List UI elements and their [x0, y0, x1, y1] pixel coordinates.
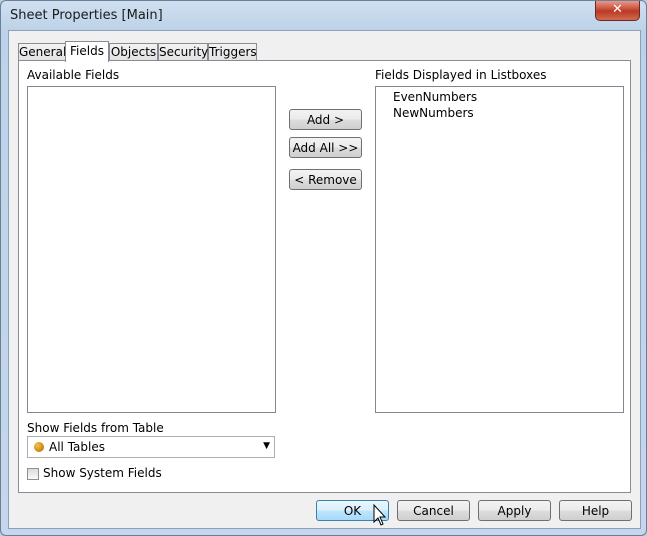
table-select-value: All Tables: [49, 440, 105, 454]
fields-tab-panel: Available Fields Add > Add All >> < Remo…: [18, 60, 631, 493]
dialog-window: Sheet Properties [Main] ✕ General Fields…: [0, 0, 647, 536]
mouse-cursor-icon: [373, 504, 387, 526]
show-fields-label: Show Fields from Table: [27, 421, 164, 435]
displayed-fields-list[interactable]: EvenNumbers NewNumbers: [375, 86, 624, 413]
table-select[interactable]: All Tables ▼: [27, 436, 275, 458]
tab-security[interactable]: Security: [158, 43, 208, 61]
add-button[interactable]: Add >: [289, 109, 362, 130]
dialog-client: General Fields Objects Security Triggers…: [8, 30, 641, 529]
cancel-button[interactable]: Cancel: [397, 500, 470, 521]
system-fields-checkbox[interactable]: [27, 468, 39, 480]
close-icon: ✕: [612, 2, 623, 17]
displayed-fields-label: Fields Displayed in Listboxes: [375, 68, 547, 82]
remove-button[interactable]: < Remove: [289, 169, 362, 190]
tab-fields[interactable]: Fields: [65, 41, 109, 62]
title-bar[interactable]: Sheet Properties [Main] ✕: [1, 1, 646, 31]
close-button[interactable]: ✕: [595, 1, 640, 21]
tab-triggers[interactable]: Triggers: [208, 43, 257, 61]
tab-general[interactable]: General: [18, 43, 66, 61]
system-fields-label[interactable]: Show System Fields: [43, 466, 162, 480]
apply-button[interactable]: Apply: [478, 500, 551, 521]
help-button[interactable]: Help: [559, 500, 632, 521]
window-title: Sheet Properties [Main]: [10, 8, 163, 23]
chevron-down-icon[interactable]: ▼: [263, 441, 270, 451]
add-all-button[interactable]: Add All >>: [289, 137, 362, 158]
list-item[interactable]: NewNumbers: [393, 106, 474, 120]
available-fields-label: Available Fields: [27, 68, 120, 82]
list-item[interactable]: EvenNumbers: [393, 90, 477, 104]
available-fields-list[interactable]: [27, 86, 276, 413]
table-dot-icon: [34, 442, 44, 452]
tab-objects[interactable]: Objects: [109, 43, 158, 61]
